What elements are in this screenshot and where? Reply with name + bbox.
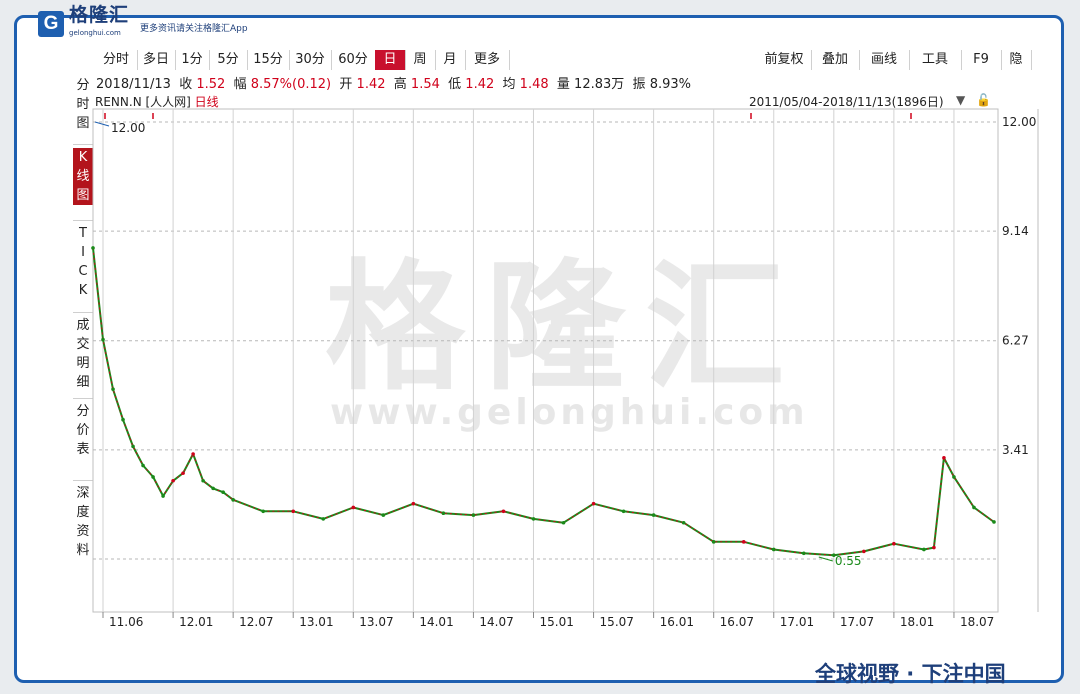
price-line-down	[92, 247, 995, 557]
price-point	[181, 471, 185, 475]
y-tick-label: 9.14	[1002, 224, 1029, 238]
x-tick-label: 13.01	[299, 615, 333, 629]
price-point	[801, 551, 806, 556]
price-point	[531, 517, 536, 521]
price-point	[501, 509, 506, 514]
x-tick-label: 14.07	[479, 615, 513, 629]
price-chart[interactable]: 12.00 9.14 6.27 3.41 11.06 12.01 12.07 13.01 13.…	[0, 0, 1080, 694]
price-point	[651, 513, 656, 517]
price-point	[171, 478, 175, 483]
price-point	[91, 246, 95, 250]
x-tick-label: 18.07	[960, 615, 994, 629]
price-point	[141, 463, 145, 468]
max-annotation: 12.00	[111, 121, 145, 135]
price-point	[121, 417, 125, 422]
price-point	[932, 545, 936, 550]
x-tick-label: 12.07	[239, 615, 273, 629]
price-point	[221, 490, 225, 495]
price-point	[942, 456, 946, 460]
price-point	[972, 505, 976, 510]
price-point	[151, 475, 155, 479]
price-point	[231, 498, 235, 502]
price-point	[952, 475, 956, 479]
price-point	[741, 540, 746, 544]
x-tick-label: 16.01	[660, 615, 694, 629]
price-point	[191, 452, 195, 456]
price-point	[201, 478, 205, 483]
max-pointer	[94, 121, 110, 127]
x-tick-label: 12.01	[179, 615, 213, 629]
price-point	[771, 547, 776, 552]
price-point	[131, 444, 135, 449]
price-point	[321, 517, 326, 521]
x-tick-label: 14.01	[419, 615, 453, 629]
price-point	[381, 513, 386, 517]
price-point	[862, 549, 866, 554]
x-tick-label: 11.06	[109, 615, 143, 629]
price-point	[922, 547, 926, 552]
price-point	[681, 520, 686, 525]
x-tick-label: 13.07	[359, 615, 393, 629]
price-point	[261, 509, 265, 514]
price-point	[441, 511, 446, 516]
price-point	[471, 513, 476, 517]
price-point	[291, 509, 296, 514]
price-point	[892, 541, 896, 546]
y-tick-label: 6.27	[1002, 334, 1029, 348]
y-tick-label: 3.41	[1002, 443, 1029, 457]
price-point	[351, 505, 356, 510]
price-point	[621, 509, 626, 514]
price-line-up	[92, 247, 995, 556]
price-point	[101, 337, 105, 342]
price-point	[411, 501, 416, 506]
y-tick-label: 12.00	[1002, 115, 1036, 129]
x-tick-label: 17.01	[780, 615, 814, 629]
price-point	[591, 501, 596, 506]
x-tick-label: 16.07	[720, 615, 754, 629]
x-tick-label: 18.01	[900, 615, 934, 629]
x-tick-label: 15.01	[539, 615, 573, 629]
x-tick-label: 15.07	[600, 615, 634, 629]
price-point	[161, 494, 165, 498]
plot-border	[92, 108, 999, 613]
min-annotation: 0.55	[835, 554, 862, 568]
price-point	[561, 520, 566, 525]
footer-slogan: 全球视野 · 下注中国	[815, 662, 1006, 686]
price-point	[992, 520, 996, 524]
price-point	[111, 387, 115, 391]
price-point	[211, 486, 215, 491]
price-point	[711, 540, 716, 544]
x-tick-label: 17.07	[840, 615, 874, 629]
